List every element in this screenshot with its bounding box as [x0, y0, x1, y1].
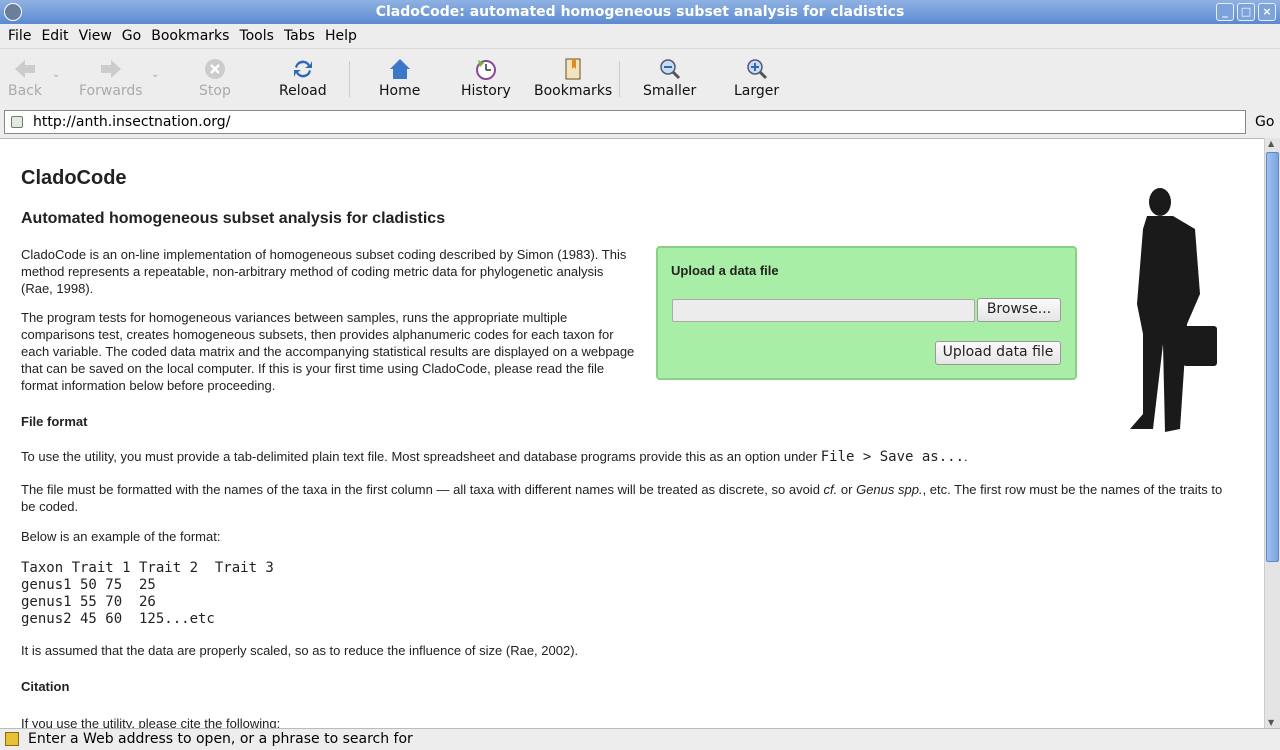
history-button[interactable]: History [461, 57, 511, 99]
zoom-out-icon [659, 59, 680, 80]
menu-file[interactable]: File [8, 24, 31, 48]
minimize-button[interactable]: _ [1216, 3, 1234, 21]
page-content: CladoCode Automated homogeneous subset a… [0, 138, 1264, 728]
back-button[interactable]: Back [8, 57, 42, 99]
status-bar: Enter a Web address to open, or a phrase… [0, 728, 1280, 750]
scroll-down-icon[interactable]: ▼ [1268, 718, 1274, 727]
zoom-in-icon [746, 59, 767, 80]
bookmarks-book-icon [565, 58, 581, 80]
maximize-button[interactable]: □ [1237, 3, 1255, 21]
menu-go[interactable]: Go [122, 24, 141, 48]
menu-help[interactable]: Help [325, 24, 357, 48]
example-line: Taxon Trait 1 Trait 2 Trait 3 [21, 560, 274, 576]
page-subtitle: Automated homogeneous subset analysis fo… [21, 210, 446, 227]
example-line: genus1 50 75 25 [21, 577, 156, 593]
reload-icon [293, 60, 312, 78]
title-bar: CladoCode: automated homogeneous subset … [0, 0, 1280, 24]
history-clock-icon [475, 60, 496, 80]
file-format-paragraph-1: To use the utility, you must provide a t… [21, 449, 968, 465]
scroll-up-icon[interactable]: ▲ [1268, 139, 1274, 148]
menu-bookmarks[interactable]: Bookmarks [151, 24, 229, 48]
smaller-button[interactable]: Smaller [643, 57, 696, 99]
browse-button[interactable]: Browse... [977, 298, 1061, 322]
stop-icon [204, 59, 225, 79]
file-format-paragraph-2: The file must be formatted with the name… [21, 482, 1223, 514]
scrollbar-thumb[interactable] [1266, 152, 1279, 562]
page-favicon-icon [11, 116, 23, 128]
menu-view[interactable]: View [79, 24, 112, 48]
home-button[interactable]: Home [379, 57, 420, 99]
upload-panel: Upload a data file Browse... Upload data… [656, 246, 1077, 380]
example-line: genus2 45 60 125...etc [21, 611, 215, 627]
window-title: CladoCode: automated homogeneous subset … [375, 4, 905, 20]
close-button[interactable]: × [1258, 3, 1276, 21]
menu-bar: File Edit View Go Bookmarks Tools Tabs H… [0, 24, 1280, 48]
scaling-note: It is assumed that the data are properly… [21, 643, 579, 658]
go-button[interactable]: Go [1255, 114, 1274, 130]
app-icon[interactable] [4, 3, 22, 21]
forwards-button[interactable]: Forwards [79, 57, 143, 99]
menu-tools[interactable]: Tools [239, 24, 274, 48]
larger-button[interactable]: Larger [734, 57, 779, 99]
forwards-dropdown-icon[interactable]: ⌄ [151, 69, 159, 80]
file-format-heading: File format [21, 414, 88, 429]
address-bar: http://anth.insectnation.org/ Go [0, 108, 1280, 138]
home-icon [389, 59, 410, 79]
upload-heading: Upload a data file [671, 263, 779, 278]
upload-data-file-button[interactable]: Upload data file [935, 341, 1061, 365]
file-path-input[interactable] [672, 299, 975, 322]
intro-paragraph-2: The program tests for homogeneous varian… [21, 310, 635, 393]
bookmarks-button[interactable]: Bookmarks [534, 57, 612, 99]
example-line: genus1 55 70 26 [21, 594, 156, 610]
url-input[interactable]: http://anth.insectnation.org/ [4, 110, 1246, 134]
menu-edit[interactable]: Edit [41, 24, 68, 48]
reload-button[interactable]: Reload [279, 57, 327, 99]
back-arrow-icon [15, 60, 35, 78]
example-intro: Below is an example of the format: [21, 529, 221, 544]
back-dropdown-icon[interactable]: ⌄ [52, 69, 60, 80]
menu-tabs[interactable]: Tabs [284, 24, 315, 48]
businessman-silhouette-image [1130, 188, 1217, 432]
security-lock-icon[interactable] [5, 732, 19, 746]
citation-heading: Citation [21, 679, 70, 694]
vertical-scrollbar[interactable]: ▲ ▼ [1264, 138, 1280, 728]
citation-intro: If you use the utility, please cite the … [21, 716, 281, 728]
forward-arrow-icon [100, 60, 121, 78]
stop-button[interactable]: Stop [199, 57, 231, 99]
intro-paragraph-1: CladoCode is an on-line implementation o… [21, 247, 627, 296]
status-text: Enter a Web address to open, or a phrase… [28, 731, 413, 747]
toolbar: Back ⌄ Forwards ⌄ Stop Reload Home Histo… [0, 48, 1280, 106]
page-title: CladoCode [21, 167, 127, 189]
